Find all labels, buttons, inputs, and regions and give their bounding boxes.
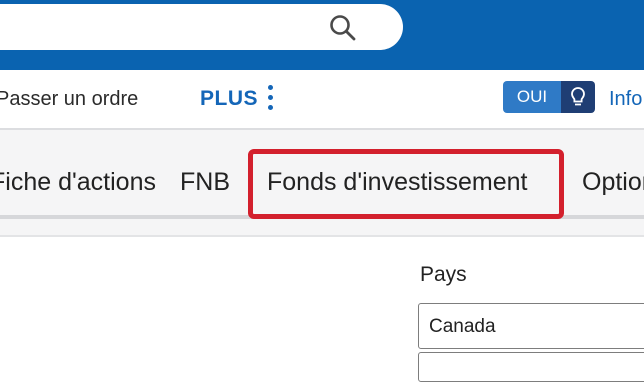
toggle-label: OUI xyxy=(503,81,561,113)
info-link[interactable]: Info xyxy=(609,88,642,111)
tab-options[interactable]: Options xyxy=(582,168,644,197)
highlight-annotation xyxy=(248,149,564,219)
place-order-link[interactable]: Passer un ordre xyxy=(0,88,138,111)
plus-menu-button[interactable]: PLUS xyxy=(200,87,258,111)
search-input[interactable] xyxy=(0,4,403,50)
oui-toggle[interactable]: OUI xyxy=(503,81,595,113)
more-vertical-icon[interactable] xyxy=(268,85,274,111)
country-label: Pays xyxy=(420,263,467,286)
search-icon[interactable] xyxy=(328,13,358,43)
lightbulb-icon xyxy=(561,81,595,113)
country-select-value: Canada xyxy=(429,316,496,337)
secondary-select[interactable] xyxy=(418,352,644,382)
tab-stocks[interactable]: Fiche d'actions xyxy=(0,168,156,197)
secondary-nav: Passer un ordre PLUS OUI Info xyxy=(0,70,644,130)
country-select[interactable]: Canada xyxy=(418,303,644,349)
top-header xyxy=(0,0,644,70)
tab-fnb[interactable]: FNB xyxy=(180,168,230,197)
